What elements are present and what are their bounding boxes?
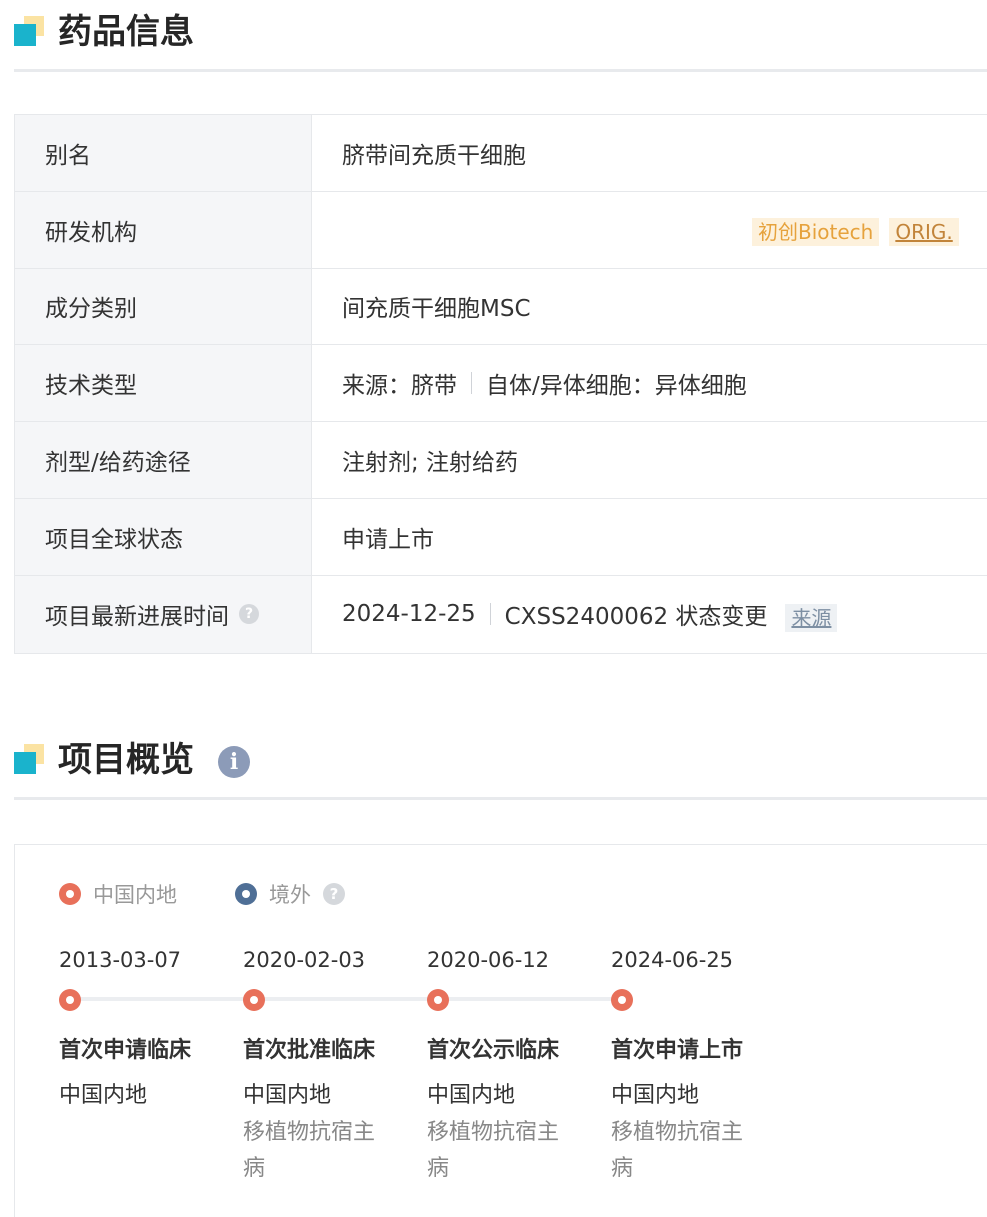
row-label: 剂型/给药途径 [15,422,312,498]
progress-event: CXSS2400062 状态变更 [504,604,768,631]
milestone-region: 中国内地 [427,1083,516,1108]
milestone-date: 2020-02-03 [243,948,366,972]
milestone-event: 首次批准临床 [243,1038,376,1063]
row-label: 技术类型 [15,345,312,422]
overview-header: 项目概览 i [14,728,987,800]
milestone-event: 首次申请临床 [59,1038,192,1063]
milestone-node-icon [243,989,265,1011]
source-value: 来源：脐带 [342,373,457,400]
row-label: 成分类别 [15,268,312,345]
milestone-node-icon [611,989,633,1011]
table-row: 别名 脐带间充质干细胞 [15,115,987,192]
separator [489,603,491,626]
section-marker-icon [14,16,44,46]
row-label-text: 项目最新进展时间 [45,604,229,631]
table-row: 成分类别 间充质干细胞MSC [15,268,987,346]
timeline-track [69,997,621,1001]
row-value: 脐带间充质干细胞 [342,142,526,169]
milestone-region: 中国内地 [59,1083,148,1108]
milestone-item[interactable]: 2020-02-03 首次批准临床 中国内地 移植物抗宿主病 [243,945,413,1181]
mainland-dot-icon [59,883,81,905]
row-value: 初创Biotech ORIG. [312,192,987,268]
overview-timeline: 中国内地 境外 ? 2013-03-07 首次申请临床 中国内地 2020-02… [14,844,987,1217]
info-icon[interactable]: i [218,746,250,778]
row-label: 别名 [15,115,312,191]
milestone-item[interactable]: 2024-06-25 首次申请上市 中国内地 移植物抗宿主病 [611,945,781,1181]
drug-info-header: 药品信息 [14,0,987,72]
legend-item-overseas[interactable]: 境外 ? [235,879,345,909]
legend-label: 中国内地 [93,883,177,907]
org-badges: 初创Biotech ORIG. [752,217,959,246]
help-icon[interactable]: ? [323,883,345,905]
orig-badge-link[interactable]: ORIG. [889,217,959,246]
table-row: 项目最新进展时间 ? 2024-12-25 CXSS2400062 状态变更 来… [15,575,987,653]
milestone-node-icon [59,989,81,1011]
milestone-date: 2013-03-07 [59,948,182,972]
separator [471,372,472,395]
section-marker-icon [14,744,44,774]
row-value: 2024-12-25 CXSS2400062 状态变更 来源 [312,576,987,653]
milestone-date: 2020-06-12 [427,948,550,972]
milestone-item[interactable]: 2013-03-07 首次申请临床 中国内地 [59,945,229,1108]
table-row: 剂型/给药途径 注射剂; 注射给药 [15,422,987,499]
progress-date: 2024-12-25 [342,601,476,628]
milestone-item[interactable]: 2020-06-12 首次公示临床 中国内地 移植物抗宿主病 [427,945,597,1181]
section-title: 项目概览 [58,740,194,780]
row-label: 项目全球状态 [15,498,312,575]
timeline-legend: 中国内地 境外 ? [59,879,345,909]
milestone-indication: 移植物抗宿主病 [427,1120,560,1181]
milestone-event: 首次公示临床 [427,1038,560,1063]
table-row: 项目全球状态 申请上市 [15,498,987,576]
table-row: 技术类型 来源：脐带 自体/异体细胞：异体细胞 [15,345,987,423]
help-icon[interactable]: ? [239,604,259,625]
section-title: 药品信息 [58,12,194,52]
milestone-event: 首次申请上市 [611,1038,744,1063]
milestone-indication: 移植物抗宿主病 [611,1120,744,1181]
source-link[interactable]: 来源 [785,604,838,633]
cell-type-value: 自体/异体细胞：异体细胞 [486,373,747,400]
row-value: 来源：脐带 自体/异体细胞：异体细胞 [312,345,987,421]
overseas-dot-icon [235,883,257,905]
company-type-badge[interactable]: 初创Biotech [752,217,880,246]
milestone-indication: 移植物抗宿主病 [243,1120,376,1181]
drug-info-table: 别名 脐带间充质干细胞 研发机构 初创Biotech ORIG. 成分类别 间充… [14,114,987,654]
table-row: 研发机构 初创Biotech ORIG. [15,191,987,269]
milestone-date: 2024-06-25 [611,948,734,972]
milestone-region: 中国内地 [243,1083,332,1108]
milestone-region: 中国内地 [611,1083,700,1108]
row-label: 项目最新进展时间 ? [15,575,312,653]
row-value: 间充质干细胞MSC [342,296,531,323]
row-label: 研发机构 [15,191,312,268]
legend-item-mainland[interactable]: 中国内地 [59,879,177,909]
legend-label: 境外 [269,883,311,907]
milestone-node-icon [427,989,449,1011]
row-value: 申请上市 [342,526,434,553]
row-value: 注射剂; 注射给药 [342,450,519,477]
